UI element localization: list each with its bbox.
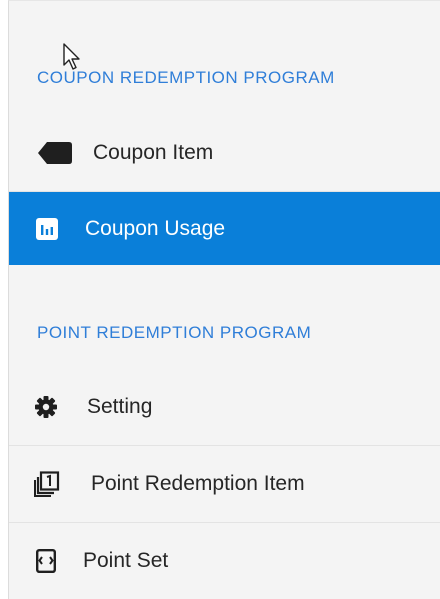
sidebar-item-setting[interactable]: Setting (9, 369, 440, 445)
sidebar: COUPON REDEMPTION PROGRAM Coupon Item Co… (8, 0, 440, 599)
sidebar-item-label: Coupon Usage (85, 216, 226, 240)
section-title-coupon-redemption: COUPON REDEMPTION PROGRAM (37, 68, 335, 87)
sidebar-item-label: Coupon Item (93, 141, 214, 164)
sidebar-item-label: Point Set (83, 549, 169, 572)
section-title-point-redemption: POINT REDEMPTION PROGRAM (37, 323, 312, 342)
sidebar-item-coupon-item[interactable]: Coupon Item (9, 115, 440, 191)
sidebar-item-label: Setting (87, 395, 153, 418)
sidebar-item-point-redemption-item[interactable]: Point Redemption Item (9, 446, 440, 522)
sidebar-item-point-set[interactable]: Point Set (9, 523, 440, 599)
bar-chart-icon (36, 217, 58, 240)
tag-icon (38, 142, 72, 164)
gear-icon (35, 396, 57, 418)
stacked-pages-icon (34, 471, 60, 497)
sidebar-item-label: Point Redemption Item (91, 472, 305, 495)
sidebar-item-coupon-usage[interactable]: Coupon Usage (9, 192, 440, 265)
point-set-icon (36, 549, 56, 573)
mouse-pointer-icon (63, 43, 80, 70)
